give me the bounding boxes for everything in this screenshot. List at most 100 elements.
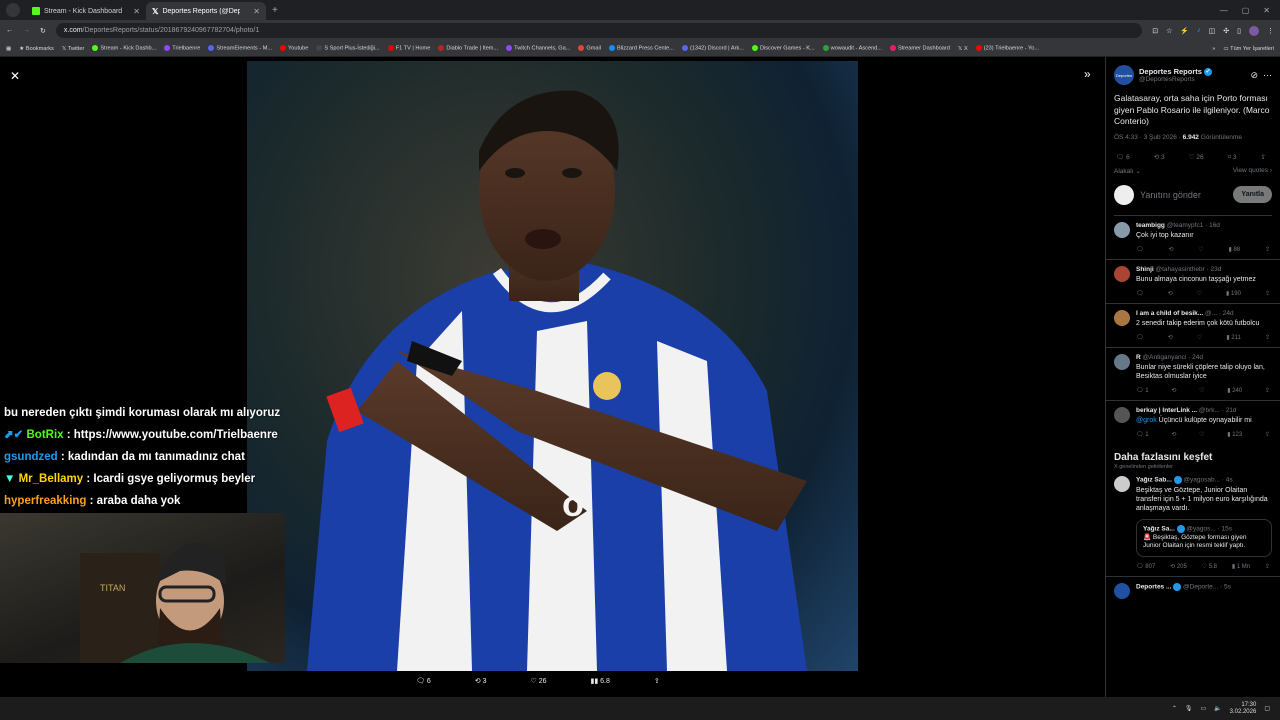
bookmark-item[interactable]: Twitch Channels, Ga... xyxy=(506,45,570,52)
reply-avatar[interactable] xyxy=(1114,406,1130,423)
kick-icon xyxy=(32,7,40,15)
views-action[interactable]: ▮▮ 6.8 xyxy=(591,677,610,685)
reload-icon[interactable]: ↻ xyxy=(40,27,46,35)
chat-message: hyperfreakking : araba daha yok xyxy=(4,495,181,507)
star-icon[interactable]: ☆ xyxy=(1166,27,1172,35)
bookmark-item[interactable]: ★ Bookmarks xyxy=(19,46,54,52)
menu-icon[interactable]: ⋮ xyxy=(1267,27,1274,35)
repost-count[interactable]: ⟲ 3 xyxy=(1154,153,1165,161)
reply-item[interactable]: R @Antiganyanci · 24d Bunlar niye sürekl… xyxy=(1106,348,1280,401)
close-tab-icon[interactable]: ✕ xyxy=(133,7,140,16)
reply-button[interactable]: Yanıtla xyxy=(1233,186,1272,203)
reply-item[interactable]: Shinji @tahayasinthebr · 23d Bunu almaya… xyxy=(1106,260,1280,304)
bookmarks-bar: ▦ ★ Bookmarks 𝕏 Twitter Stream - Kick Da… xyxy=(0,41,1280,57)
bookmark-item[interactable]: StreamElements - M... xyxy=(208,45,272,52)
bookmark-item[interactable]: wowaudit - Ascend... xyxy=(822,45,882,52)
grok-icon[interactable]: ⊘ xyxy=(1250,70,1258,81)
apps-icon[interactable]: ▦ xyxy=(6,46,11,52)
url-domain: x.com xyxy=(63,27,83,34)
reply-count[interactable]: 🗨 6 xyxy=(1116,153,1130,161)
reply-avatar[interactable] xyxy=(1114,265,1130,282)
reply-item[interactable]: I am a child of besik... @... · 24d 2 se… xyxy=(1106,304,1280,348)
verified-icon: ✓ xyxy=(1204,68,1213,76)
profile-avatar[interactable] xyxy=(1249,25,1259,36)
reply-item[interactable]: berkay | InterLink ... @brk... · 21d @gr… xyxy=(1106,401,1280,444)
explore-post[interactable]: Deportes ... ✓ @Deporte... · 5s xyxy=(1106,577,1280,605)
more-options-icon[interactable]: ⋯ xyxy=(1263,70,1272,81)
volume-icon[interactable]: 🔈 xyxy=(1214,705,1221,712)
bookmark-item[interactable]: (23) Trielbaenre - Yo... xyxy=(975,45,1039,52)
bookmark-item[interactable]: (1342) Discord | Ark... xyxy=(681,45,744,52)
bookmark-item[interactable]: F1 TV | Home xyxy=(387,45,430,52)
reply-item[interactable]: teambigg @teamypfc1 · 16d Çok iyi top ka… xyxy=(1106,216,1280,260)
forward-icon[interactable]: → xyxy=(23,27,30,34)
bookmark-item[interactable]: 𝕏 X xyxy=(958,46,968,52)
network-icon[interactable]: ▭ xyxy=(1200,705,1206,712)
reply-avatar[interactable] xyxy=(1114,221,1130,238)
maximize-icon[interactable]: ▢ xyxy=(1242,6,1250,15)
mic-icon[interactable]: 🎙 xyxy=(1185,705,1193,712)
author-avatar[interactable]: Deportes xyxy=(1114,65,1134,85)
reply-input[interactable]: Yanıtını gönder xyxy=(1140,190,1227,200)
close-tab-icon[interactable]: ✕ xyxy=(253,7,260,16)
reply-avatar[interactable] xyxy=(1114,353,1130,370)
post-avatar[interactable] xyxy=(1114,475,1130,492)
bookmark-item[interactable]: Stream - Kick Dashb... xyxy=(92,45,156,52)
notifications-icon[interactable]: ▢ xyxy=(1264,705,1270,712)
reply-text: Bunu almaya cinconun taşşağı yetmez xyxy=(1136,275,1256,283)
share-icon[interactable]: ⇪ xyxy=(1261,153,1266,161)
tray-chevron-icon[interactable]: ⌃ xyxy=(1172,705,1177,712)
close-window-icon[interactable]: ✕ xyxy=(1263,6,1270,15)
install-icon[interactable]: ⊡ xyxy=(1152,27,1158,35)
like-count[interactable]: ♡ 26 xyxy=(1189,153,1204,161)
tab-kick-dashboard[interactable]: Stream - Kick Dashboard ✕ xyxy=(26,2,146,20)
tab-search-icon[interactable] xyxy=(6,3,20,17)
tab-deportes-reports[interactable]: 𝕏 Deportes Reports (@DeportesR... ✕ xyxy=(146,2,266,20)
post-text: Beşiktaş ve Göztepe, Junior Olaitan tran… xyxy=(1136,486,1268,512)
bookmark-item[interactable]: S Sport Plus-İstediği... xyxy=(316,45,380,52)
bookmark-item[interactable]: 𝕏 Twitter xyxy=(62,46,84,52)
tweet-meta: ÖS 4:33 · 3 Şub 2026 · 6.942 Görüntülenm… xyxy=(1114,133,1242,141)
post-avatar[interactable] xyxy=(1114,582,1130,599)
bookmark-item[interactable]: Diablo Trade | Item... xyxy=(438,45,498,52)
minimize-icon[interactable]: — xyxy=(1220,6,1228,15)
sidepanel-icon[interactable]: ▯ xyxy=(1237,27,1241,35)
like-action[interactable]: ♡ 26 xyxy=(530,677,546,685)
author-name[interactable]: Deportes Reports xyxy=(1139,67,1202,76)
bookmark-item[interactable]: Trielbaenre xyxy=(164,45,200,52)
new-tab-icon[interactable]: + xyxy=(272,5,278,16)
explore-post[interactable]: Yağız Sab... ✓ @yagosab... · 4s Beşiktaş… xyxy=(1106,470,1280,577)
reply-action[interactable]: 🗨 6 xyxy=(416,677,431,685)
share-action[interactable]: ⇪ xyxy=(654,677,660,685)
clock[interactable]: 17:30 3.02.2026 xyxy=(1230,702,1257,716)
url-field[interactable]: x.com/DeportesReports/status/20186792409… xyxy=(55,23,1143,38)
bookmark-item[interactable]: Gmail xyxy=(578,45,601,52)
explore-title: Daha fazlasını keşfet xyxy=(1114,451,1213,463)
back-icon[interactable]: ← xyxy=(6,27,13,34)
reply-text: Çok iyi top kazanır xyxy=(1136,231,1194,239)
audio-icon[interactable]: ♪ xyxy=(1197,27,1201,34)
author-handle[interactable]: @DeportesReports xyxy=(1139,76,1245,83)
all-bookmarks[interactable]: ▭ Tüm Yer İşaretleri xyxy=(1223,46,1280,52)
cast-icon[interactable]: ◫ xyxy=(1209,27,1216,35)
extension-icon[interactable]: ⚡ xyxy=(1180,27,1189,35)
x-logo-icon: 𝕏 xyxy=(152,6,159,16)
bookmark-item[interactable]: Blizzard Press Cente... xyxy=(609,45,674,52)
player-illustration: o xyxy=(307,90,807,671)
bookmark-item[interactable]: Discover Games - K... xyxy=(751,45,815,52)
view-quotes-link[interactable]: View quotes › xyxy=(1233,167,1272,175)
more-bookmarks-icon[interactable]: » xyxy=(1212,46,1215,52)
reply-composer: Yanıtını gönder Yanıtla xyxy=(1114,184,1272,216)
repost-action[interactable]: ⟲ 3 xyxy=(475,677,487,685)
sort-replies-dropdown[interactable]: Alakalı ⌄ xyxy=(1114,167,1141,175)
bookmark-item[interactable]: Streamer Dashboard xyxy=(889,45,950,52)
bookmark-item[interactable]: Youtube xyxy=(280,45,308,52)
tweet-photo[interactable]: o xyxy=(247,61,858,671)
reply-avatar[interactable] xyxy=(1114,309,1130,326)
close-icon[interactable]: ✕ xyxy=(10,69,20,83)
quoted-post[interactable]: Yağız Sa... ✓ @yagos... · 15s 🚨 Beşiktaş… xyxy=(1136,518,1272,557)
webcam-overlay: TITAN xyxy=(0,513,285,663)
puzzle-icon[interactable]: ✣ xyxy=(1223,27,1229,35)
bookmark-count[interactable]: ⌑ 3 xyxy=(1228,153,1237,161)
expand-panel-icon[interactable]: » xyxy=(1084,67,1091,81)
